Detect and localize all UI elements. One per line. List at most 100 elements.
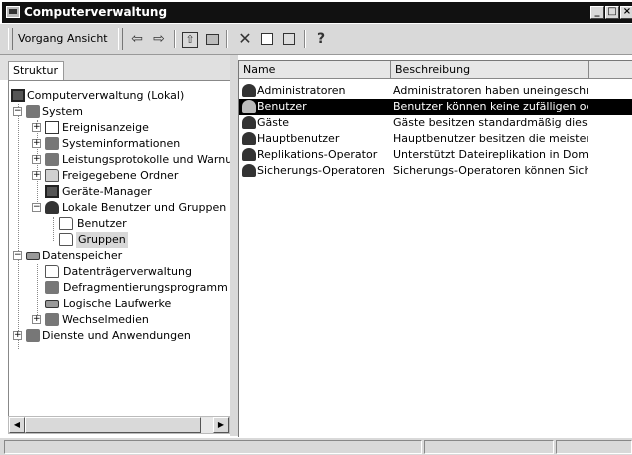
tree-label: Computerverwaltung (Lokal) <box>27 89 185 102</box>
scroll-thumb[interactable] <box>25 417 201 433</box>
help-icon[interactable]: ? <box>312 30 330 48</box>
event-viewer-icon <box>45 121 59 134</box>
tree-label: Defragmentierungsprogramm <box>63 281 228 294</box>
column-header-name[interactable]: Name <box>239 61 391 79</box>
removable-media-icon <box>45 313 59 326</box>
tree-pane: Computerverwaltung (Lokal) − System + Er… <box>8 80 231 417</box>
menu-vorgang-label: Vorgang <box>18 32 64 45</box>
group-name: Gäste <box>257 116 290 129</box>
open-folder-icon <box>59 233 73 246</box>
tree-connector <box>37 120 38 212</box>
column-header-description[interactable]: Beschreibung <box>391 61 589 79</box>
tree-label: Wechselmedien <box>62 313 149 326</box>
tree-horizontal-scrollbar[interactable]: ◀ ▶ <box>8 416 230 434</box>
menu-ansicht-label: Ansicht <box>67 32 108 45</box>
forward-arrow-icon[interactable]: ⇨ <box>150 30 168 48</box>
services-apps-icon <box>26 329 40 342</box>
pane-splitter[interactable] <box>230 55 238 436</box>
status-panel-2 <box>424 440 554 454</box>
back-arrow-icon[interactable]: ⇦ <box>128 30 146 48</box>
menu-vorgang[interactable]: Vorgang <box>18 32 63 45</box>
local-users-icon <box>45 201 59 214</box>
tree-label: Benutzer <box>77 217 127 230</box>
group-icon <box>242 116 256 129</box>
up-level-icon[interactable]: ⇧ <box>182 32 198 48</box>
export-list-icon[interactable] <box>280 30 298 48</box>
tree-label: System <box>42 105 84 118</box>
group-description: Hauptbenutzer besitzen die meisten ... <box>393 132 588 145</box>
expand-icon[interactable]: + <box>32 123 41 132</box>
expand-icon[interactable]: + <box>32 171 41 180</box>
toolbar-separator-2 <box>226 30 228 48</box>
status-bar <box>0 437 632 455</box>
maximize-button[interactable]: □ <box>605 6 619 19</box>
tree-label: Logische Laufwerke <box>63 297 172 310</box>
tree-connector <box>18 104 19 349</box>
system-tools-icon <box>26 105 40 118</box>
group-description: Sicherungs-Operatoren können Sich... <box>393 164 588 177</box>
minimize-button[interactable]: _ <box>590 6 604 19</box>
tree-label: Dienste und Anwendungen <box>42 329 191 342</box>
tree-label: Lokale Benutzer und Gruppen <box>62 201 227 214</box>
menu-toolbar: Vorgang Ansicht ⇦ ⇨ ⇧ ✕ ? <box>0 24 632 55</box>
tree-label: Datenspeicher <box>42 249 123 262</box>
group-icon <box>242 164 256 177</box>
collapse-icon[interactable]: − <box>13 251 22 260</box>
expand-icon[interactable]: + <box>32 315 41 324</box>
title-bar: Computerverwaltung _ □ × <box>2 2 632 23</box>
scroll-left-icon[interactable]: ◀ <box>9 417 25 433</box>
group-description: Benutzer können keine zufälligen od... <box>393 100 588 113</box>
tab-struktur[interactable]: Struktur <box>8 61 64 80</box>
list-item-selected[interactable]: Benutzer Benutzer können keine zufällige… <box>239 99 632 115</box>
details-list: Name Beschreibung Administratoren Admini… <box>238 60 632 437</box>
close-button[interactable]: × <box>620 6 632 19</box>
tree-label: Ereignisanzeige <box>62 121 149 134</box>
properties-icon[interactable] <box>258 30 276 48</box>
tree-label: Datenträgerverwaltung <box>63 265 192 278</box>
group-name: Hauptbenutzer <box>257 132 340 145</box>
tree-label-selected: Gruppen <box>76 232 128 248</box>
group-icon <box>242 148 256 161</box>
group-icon <box>242 100 256 113</box>
device-manager-icon <box>45 185 59 198</box>
list-item[interactable]: Hauptbenutzer Hauptbenutzer besitzen die… <box>239 131 632 147</box>
group-description: Unterstützt Dateireplikation in Domä... <box>393 148 588 161</box>
expand-icon[interactable]: + <box>32 139 41 148</box>
delete-icon[interactable]: ✕ <box>236 30 254 48</box>
group-description: Administratoren haben uneingeschrä... <box>393 84 588 97</box>
scroll-right-icon[interactable]: ▶ <box>213 417 229 433</box>
list-item[interactable]: Sicherungs-Operatoren Sicherungs-Operato… <box>239 163 632 179</box>
group-name: Administratoren <box>257 84 346 97</box>
expand-icon[interactable]: + <box>32 155 41 164</box>
list-item[interactable]: Administratoren Administratoren haben un… <box>239 83 632 99</box>
group-description: Gäste besitzen standardmäßig diesel... <box>393 116 588 129</box>
list-item[interactable]: Replikations-Operator Unterstützt Dateir… <box>239 147 632 163</box>
group-name: Replikations-Operator <box>257 148 378 161</box>
group-name: Sicherungs-Operatoren <box>257 164 386 177</box>
storage-icon <box>26 252 40 260</box>
menubar-grip <box>8 28 13 50</box>
toolbar-separator <box>174 30 176 48</box>
computer-icon <box>11 89 25 102</box>
collapse-icon[interactable]: − <box>13 107 22 116</box>
tree-connector <box>53 217 54 241</box>
column-header-label: Beschreibung <box>395 63 471 76</box>
collapse-icon[interactable]: − <box>32 203 41 212</box>
list-item[interactable]: Gäste Gäste besitzen standardmäßig diese… <box>239 115 632 131</box>
tree-label: Leistungsprotokolle und Warnung <box>62 153 231 166</box>
tree-connector <box>37 264 38 319</box>
show-tree-icon[interactable] <box>204 30 222 48</box>
logical-drives-icon <box>45 300 59 308</box>
computer-management-icon <box>6 6 20 18</box>
menu-ansicht[interactable]: Ansicht <box>67 32 108 45</box>
tab-struktur-label: Struktur <box>13 64 58 77</box>
defrag-icon <box>45 281 59 294</box>
toolbar-grip <box>118 28 123 50</box>
expand-icon[interactable]: + <box>13 331 22 340</box>
column-header-label: Name <box>243 63 276 76</box>
column-header-filler <box>589 61 632 79</box>
toolbar-separator-3 <box>304 30 306 48</box>
group-name: Benutzer <box>257 100 307 113</box>
tab-strip: Struktur <box>0 55 238 80</box>
tree-label: Geräte-Manager <box>62 185 152 198</box>
